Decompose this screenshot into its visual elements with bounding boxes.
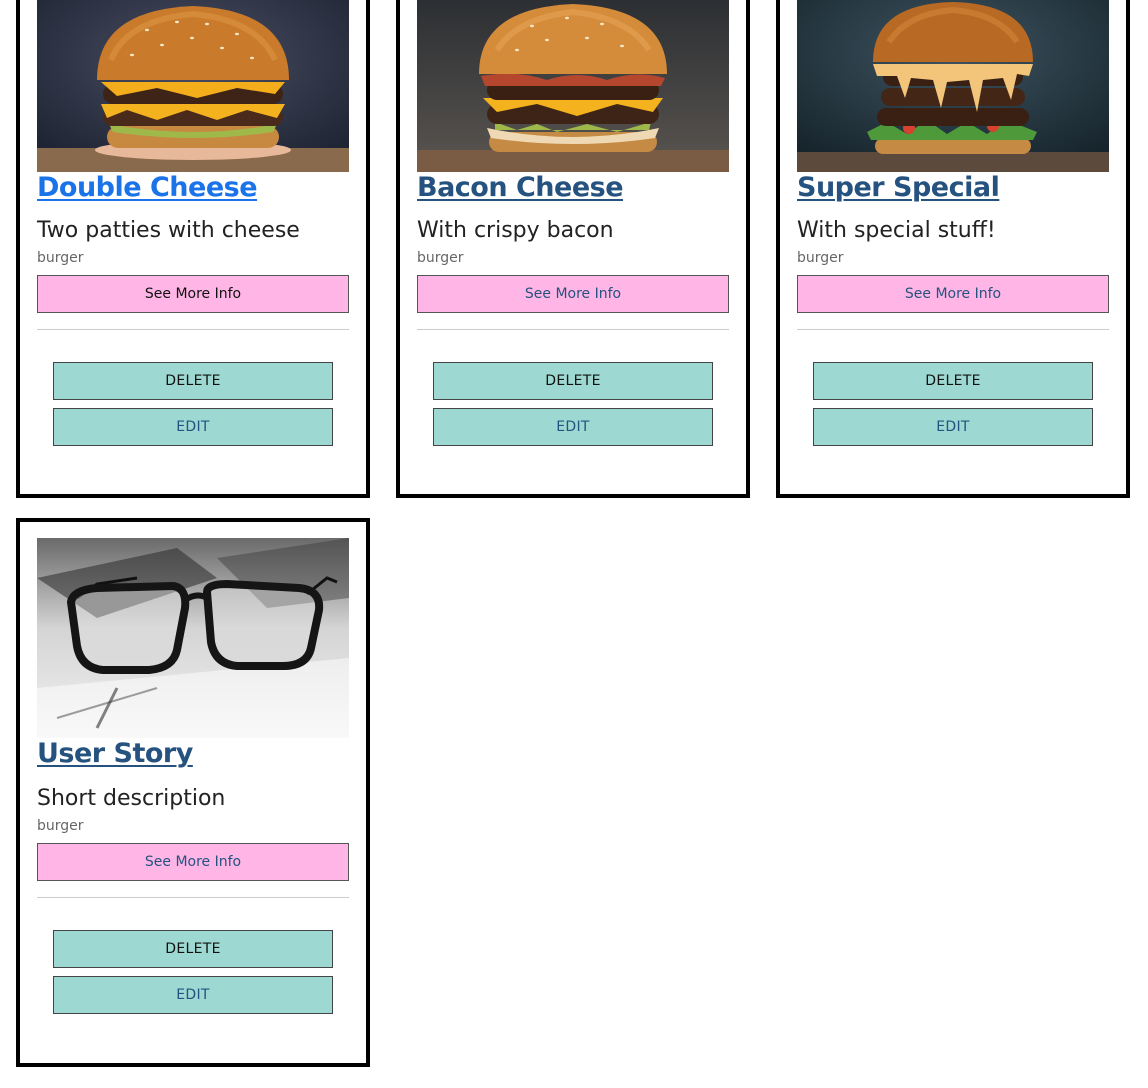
see-more-info-button[interactable]: See More Info	[37, 275, 349, 313]
item-description: Two patties with cheese	[37, 218, 300, 243]
delete-button[interactable]: DELETE	[53, 362, 333, 400]
see-more-info-button[interactable]: See More Info	[417, 275, 729, 313]
edit-button[interactable]: EDIT	[813, 408, 1093, 446]
item-title-link[interactable]: Double Cheese	[37, 172, 258, 203]
divider	[37, 897, 349, 898]
item-category: burger	[37, 818, 84, 834]
item-title-link[interactable]: User Story	[37, 738, 193, 769]
item-title-link[interactable]: Bacon Cheese	[417, 172, 624, 203]
item-card: Double Cheese Two patties with cheese bu…	[16, 0, 370, 498]
item-card: Bacon Cheese With crispy bacon burger Se…	[396, 0, 750, 498]
item-title-link[interactable]: Super Special	[797, 172, 1000, 203]
item-description: With special stuff!	[797, 218, 996, 243]
glasses-photo	[37, 538, 349, 738]
delete-button[interactable]: DELETE	[53, 930, 333, 968]
delete-button[interactable]: DELETE	[433, 362, 713, 400]
item-category: burger	[37, 250, 84, 266]
edit-button[interactable]: EDIT	[53, 976, 333, 1014]
burger-photo	[797, 0, 1109, 172]
edit-button[interactable]: EDIT	[53, 408, 333, 446]
delete-button[interactable]: DELETE	[813, 362, 1093, 400]
divider	[37, 329, 349, 330]
item-description: With crispy bacon	[417, 218, 614, 243]
divider	[797, 329, 1109, 330]
see-more-info-button[interactable]: See More Info	[37, 843, 349, 881]
see-more-info-button[interactable]: See More Info	[797, 275, 1109, 313]
burger-photo	[417, 0, 729, 172]
item-description: Short description	[37, 786, 226, 811]
item-card: User Story Short description burger See …	[16, 518, 370, 1067]
item-category: burger	[797, 250, 844, 266]
item-category: burger	[417, 250, 464, 266]
item-card: Super Special With special stuff! burger…	[776, 0, 1130, 498]
burger-photo	[37, 0, 349, 172]
edit-button[interactable]: EDIT	[433, 408, 713, 446]
divider	[417, 329, 729, 330]
